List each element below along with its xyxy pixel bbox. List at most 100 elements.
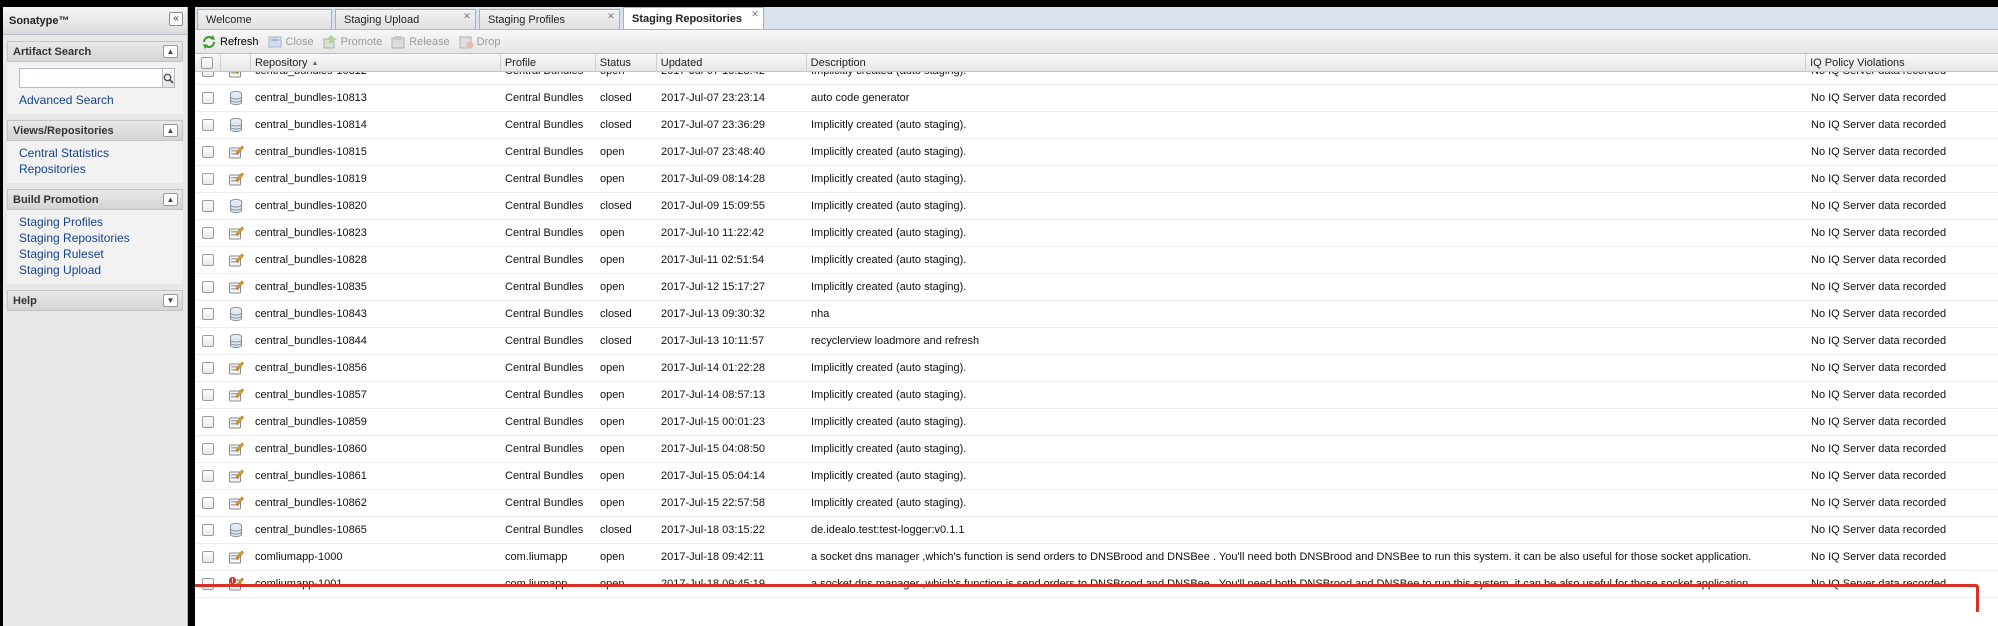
row-checkbox[interactable]: [202, 281, 214, 293]
table-row[interactable]: central_bundles-10844 Central Bundles clos…: [195, 328, 1998, 355]
repository-cell: central_bundles-10835: [255, 281, 367, 293]
row-checkbox[interactable]: [202, 146, 214, 158]
description-cell: Implicitly created (auto staging).: [811, 227, 967, 239]
table-row[interactable]: central_bundles-10814 Central Bundles clos…: [195, 112, 1998, 139]
tab-welcome[interactable]: Welcome: [197, 9, 332, 29]
table-row[interactable]: central_bundles-10843 Central Bundles clos…: [195, 301, 1998, 328]
row-checkbox[interactable]: [202, 470, 214, 482]
panel-header-build-promotion[interactable]: Build Promotion ▲: [7, 189, 183, 210]
description-cell: Implicitly created (auto staging).: [811, 281, 967, 293]
advanced-search-link[interactable]: Advanced Search: [19, 92, 173, 108]
staging-repositories-link[interactable]: Staging Repositories: [19, 230, 173, 246]
row-checkbox[interactable]: [202, 443, 214, 455]
close-icon[interactable]: ✕: [606, 12, 616, 22]
table-row[interactable]: comliumapp-1001 com.liumapp open 2017-Jul-1…: [195, 571, 1998, 598]
row-checkbox[interactable]: [202, 524, 214, 536]
table-row[interactable]: central_bundles-10819 Central Bundles open…: [195, 166, 1998, 193]
collapse-sidebar-button[interactable]: «: [169, 12, 183, 26]
open-repository-icon: [221, 166, 251, 192]
panel-title: Views/Repositories: [13, 124, 114, 137]
status-cell: open: [600, 416, 625, 428]
row-select-cell: [195, 274, 221, 300]
select-all-checkbox[interactable]: [201, 57, 214, 69]
row-checkbox[interactable]: [202, 362, 214, 374]
row-checkbox[interactable]: [202, 227, 214, 239]
collapse-up-icon[interactable]: ▲: [163, 124, 178, 137]
table-row[interactable]: central_bundles-10823 Central Bundles open…: [195, 220, 1998, 247]
row-checkbox[interactable]: [202, 308, 214, 320]
search-button[interactable]: [163, 68, 175, 88]
close-icon[interactable]: ✕: [750, 10, 760, 20]
table-row[interactable]: central_bundles-10835 Central Bundles open…: [195, 274, 1998, 301]
row-checkbox[interactable]: [202, 173, 214, 185]
column-header-profile[interactable]: Profile: [501, 54, 596, 72]
table-row[interactable]: central_bundles-10828 Central Bundles open…: [195, 247, 1998, 274]
table-row[interactable]: central_bundles-10857 Central Bundles open…: [195, 382, 1998, 409]
table-row[interactable]: central_bundles-10812Central Bundlesopen…: [195, 72, 1998, 85]
table-row[interactable]: central_bundles-10856 Central Bundles open…: [195, 355, 1998, 382]
tab-staging-upload[interactable]: Staging Upload ✕: [335, 9, 476, 29]
row-checkbox[interactable]: [202, 200, 214, 212]
staging-ruleset-link[interactable]: Staging Ruleset: [19, 246, 173, 262]
panel-header-help[interactable]: Help ▼: [7, 290, 183, 311]
row-checkbox[interactable]: [202, 551, 214, 563]
row-checkbox[interactable]: [202, 119, 214, 131]
close-icon[interactable]: ✕: [462, 12, 472, 22]
status-cell: open: [600, 254, 625, 266]
iq-policy-cell: No IQ Server data recorded: [1811, 551, 1947, 563]
column-header-iq-policy-violations[interactable]: IQ Policy Violations: [1806, 54, 1998, 72]
row-checkbox[interactable]: [202, 92, 214, 104]
row-checkbox[interactable]: [202, 416, 214, 428]
row-checkbox[interactable]: [202, 72, 214, 77]
panel-body: Staging Profiles Staging Repositories St…: [7, 210, 183, 284]
collapse-up-icon[interactable]: ▲: [163, 193, 178, 206]
drop-button[interactable]: Drop: [458, 34, 500, 50]
row-checkbox[interactable]: [202, 389, 214, 401]
panel-header-views-repositories[interactable]: Views/Repositories ▲: [7, 120, 183, 141]
promote-button[interactable]: Promote: [322, 34, 382, 50]
panel-header-artifact-search[interactable]: Artifact Search ▲: [7, 41, 183, 62]
row-select-cell: [195, 85, 221, 111]
iq-policy-cell: No IQ Server data recorded: [1811, 524, 1947, 536]
table-row[interactable]: central_bundles-10859 Central Bundles open…: [195, 409, 1998, 436]
artifact-search-input[interactable]: [19, 68, 163, 88]
repositories-link[interactable]: Repositories: [19, 161, 173, 177]
description-cell: Implicitly created (auto staging).: [811, 497, 967, 509]
staging-profiles-link[interactable]: Staging Profiles: [19, 214, 173, 230]
table-row[interactable]: central_bundles-10865 Central Bundles clos…: [195, 517, 1998, 544]
closed-repository-icon: [221, 193, 251, 219]
collapse-up-icon[interactable]: ▲: [163, 45, 178, 58]
updated-cell: 2017-Jul-13 10:11:57: [661, 335, 765, 347]
table-row[interactable]: central_bundles-10860 Central Bundles open…: [195, 436, 1998, 463]
description-cell: Implicitly created (auto staging).: [811, 362, 967, 374]
status-cell: closed: [600, 308, 632, 320]
row-select-cell: [195, 517, 221, 543]
tab-label: Welcome: [206, 13, 252, 26]
description-cell: Implicitly created (auto staging).: [811, 389, 967, 401]
close-button[interactable]: Close: [267, 34, 314, 50]
table-row[interactable]: central_bundles-10813 Central Bundles clos…: [195, 85, 1998, 112]
column-header-description[interactable]: Description: [807, 54, 1807, 72]
column-header-status[interactable]: Status: [596, 54, 657, 72]
row-checkbox[interactable]: [202, 497, 214, 509]
row-checkbox[interactable]: [202, 335, 214, 347]
release-button[interactable]: Release: [390, 34, 450, 50]
description-cell: a socket dns manager ,which's function i…: [811, 551, 1752, 563]
central-statistics-link[interactable]: Central Statistics: [19, 145, 173, 161]
table-row[interactable]: central_bundles-10815 Central Bundles open…: [195, 139, 1998, 166]
table-row[interactable]: central_bundles-10862 Central Bundles open…: [195, 490, 1998, 517]
status-cell: open: [600, 173, 625, 185]
table-row[interactable]: central_bundles-10820 Central Bundles clos…: [195, 193, 1998, 220]
staging-upload-link[interactable]: Staging Upload: [19, 262, 173, 278]
tab-staging-profiles[interactable]: Staging Profiles ✕: [479, 9, 620, 29]
row-checkbox[interactable]: [202, 578, 214, 590]
row-checkbox[interactable]: [202, 254, 214, 266]
expand-down-icon[interactable]: ▼: [163, 294, 178, 307]
column-header-updated[interactable]: Updated: [657, 54, 807, 72]
table-row[interactable]: central_bundles-10861 Central Bundles open…: [195, 463, 1998, 490]
column-header-repository[interactable]: Repository ▲: [251, 54, 501, 72]
refresh-button[interactable]: Refresh: [201, 34, 259, 50]
description-cell: Implicitly created (auto staging).: [811, 200, 967, 212]
table-row[interactable]: comliumapp-1000 com.liumapp open 2017-Jul-1…: [195, 544, 1998, 571]
tab-staging-repositories[interactable]: Staging Repositories ✕: [623, 7, 764, 29]
